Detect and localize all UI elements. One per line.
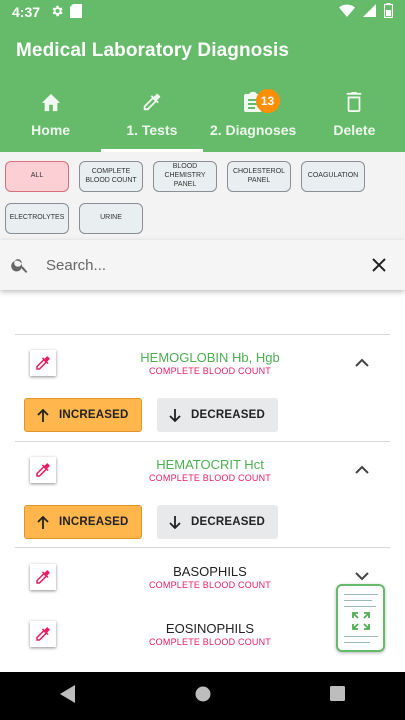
arrow-up-icon <box>37 408 49 422</box>
search-icon <box>0 255 40 275</box>
test-category: COMPLETE BLOOD COUNT <box>148 637 271 647</box>
status-time: 4:37 <box>12 4 41 20</box>
filter-chip-cholesterol-panel[interactable]: CHOLESTEROL PANEL <box>227 161 291 192</box>
increased-label: INCREASED <box>59 516 129 528</box>
tab-label: 2. Diagnoses <box>209 122 297 138</box>
filter-chip-electrolytes[interactable]: ELECTROLYTES <box>5 203 69 234</box>
sd-card-icon <box>70 3 83 21</box>
arrow-down-icon <box>169 408 181 422</box>
app-title: Medical Laboratory Diagnosis <box>16 40 290 61</box>
thumb-line <box>344 600 372 601</box>
decreased-label: DECREASED <box>191 516 266 528</box>
increased-label: INCREASED <box>59 409 129 421</box>
decreased-label: DECREASED <box>191 409 266 421</box>
expand-preview-thumbnail[interactable] <box>336 584 385 652</box>
test-list: HEMOGLOBIN Hb, Hgb COMPLETE BLOOD COUNT … <box>0 290 405 672</box>
list-divider <box>15 547 390 548</box>
filter-chip-complete-blood-count[interactable]: COMPLETE BLOOD COUNT <box>79 161 143 192</box>
decreased-button[interactable]: DECREASED <box>157 398 278 432</box>
list-divider <box>15 334 390 335</box>
tab-diagnoses[interactable]: 13 2. Diagnoses <box>203 86 304 152</box>
pipette-icon <box>30 350 56 376</box>
test-name: HEMATOCRIT Hct <box>156 457 264 472</box>
chevron-up-icon[interactable] <box>352 459 372 479</box>
filter-chip-blood-chemistry-panel[interactable]: BLOOD CHEMISTRY PANEL <box>153 161 217 192</box>
close-icon[interactable] <box>367 253 391 277</box>
test-name: HEMOGLOBIN Hb, Hgb <box>140 350 280 365</box>
tab-label: Home <box>31 122 71 138</box>
thumb-line <box>344 594 378 595</box>
test-row-hematocrit[interactable]: HEMATOCRIT Hct COMPLETE BLOOD COUNT <box>0 449 405 495</box>
recents-icon[interactable] <box>330 686 346 706</box>
tab-label: 1. Tests <box>126 122 178 138</box>
category-filter-bar: ALL COMPLETE BLOOD COUNT BLOOD CHEMISTRY… <box>0 152 405 240</box>
settings-icon <box>50 4 64 21</box>
diagnoses-count-badge: 13 <box>255 89 280 113</box>
back-icon[interactable] <box>59 684 76 708</box>
search-input[interactable] <box>46 256 346 274</box>
list-divider <box>15 441 390 442</box>
test-category: COMPLETE BLOOD COUNT <box>148 366 271 376</box>
filter-chip-coagulation[interactable]: COAGULATION <box>301 161 365 192</box>
app-screen: 4:37 Medical Laboratory Diagnosis Home 1… <box>0 0 405 720</box>
decreased-button[interactable]: DECREASED <box>157 505 278 539</box>
filter-chip-urine[interactable]: URINE <box>79 203 143 234</box>
test-category: COMPLETE BLOOD COUNT <box>148 580 271 590</box>
increased-button[interactable]: INCREASED <box>24 398 142 432</box>
search-bar <box>0 240 405 290</box>
trash-icon <box>342 90 366 114</box>
pipette-icon <box>140 90 164 114</box>
test-row-hemoglobin[interactable]: HEMOGLOBIN Hb, Hgb COMPLETE BLOOD COUNT <box>0 342 405 388</box>
tab-label: Delete <box>333 122 376 138</box>
expand-icon <box>352 612 370 635</box>
filter-chip-all[interactable]: ALL <box>5 161 69 192</box>
test-category: COMPLETE BLOOD COUNT <box>148 473 271 483</box>
arrow-up-icon <box>37 515 49 529</box>
battery-icon <box>383 3 394 21</box>
tab-bar: Home 1. Tests 13 2. Diagnoses Delete <box>0 86 405 152</box>
thumb-line <box>344 606 376 607</box>
chevron-up-icon[interactable] <box>352 352 372 372</box>
tab-delete[interactable]: Delete <box>304 86 405 152</box>
signal-icon <box>363 4 376 20</box>
chevron-down-icon[interactable] <box>352 566 372 586</box>
arrow-down-icon <box>169 515 181 529</box>
system-nav-bar <box>0 672 405 720</box>
pipette-icon <box>30 564 56 590</box>
home-icon <box>39 90 63 114</box>
pipette-icon <box>30 621 56 647</box>
wifi-icon <box>339 4 355 20</box>
tab-tests[interactable]: 1. Tests <box>101 86 203 152</box>
home-button-icon[interactable] <box>195 686 211 707</box>
increased-button[interactable]: INCREASED <box>24 505 142 539</box>
test-name: BASOPHILS <box>173 564 247 579</box>
thumb-line <box>344 642 370 643</box>
thumb-line <box>344 636 378 637</box>
pipette-icon <box>30 457 56 483</box>
status-bar: 4:37 <box>0 0 405 24</box>
tab-home[interactable]: Home <box>0 86 101 152</box>
test-name: EOSINOPHILS <box>165 621 255 636</box>
app-bar: Medical Laboratory Diagnosis Home 1. Tes… <box>0 24 405 152</box>
